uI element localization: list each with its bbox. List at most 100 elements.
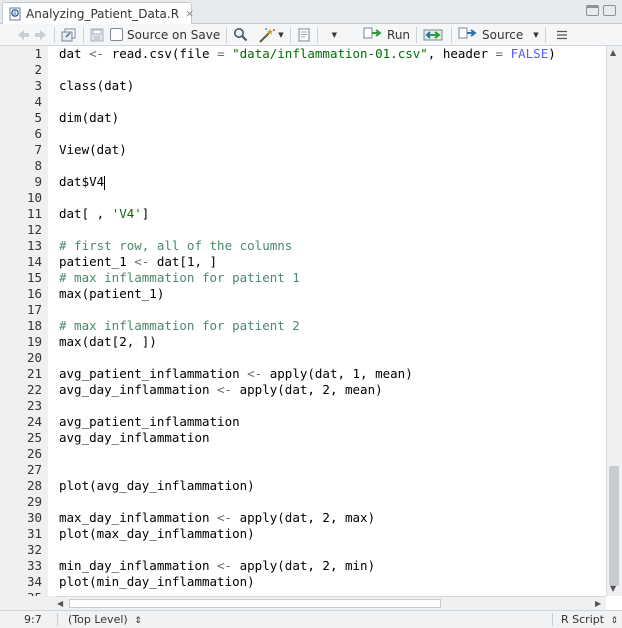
show-in-window-icon[interactable] <box>61 26 77 44</box>
vertical-scrollbar[interactable]: ▲ ▼ <box>606 46 622 596</box>
search-icon[interactable] <box>233 26 248 44</box>
code-line[interactable]: 14 patient_1 <- dat[1, ] <box>0 254 606 270</box>
code-line[interactable]: 33 min_day_inflammation <- apply(dat, 2, … <box>0 558 606 574</box>
code-text[interactable]: dat[ , 'V4'] <box>59 206 149 222</box>
chevron-down-icon[interactable]: ▼ <box>533 31 538 39</box>
code-line[interactable]: 12 <box>0 222 606 238</box>
code-line[interactable]: 27 <box>0 462 606 478</box>
run-button[interactable]: Run <box>363 26 410 44</box>
code-text[interactable]: plot(min_day_inflammation) <box>59 574 255 590</box>
code-line[interactable]: 13 # first row, all of the columns <box>0 238 606 254</box>
code-text[interactable]: max_day_inflammation <- apply(dat, 2, ma… <box>59 510 375 526</box>
status-divider <box>57 613 58 626</box>
maximize-icon[interactable] <box>603 5 616 16</box>
source-button[interactable]: Source ▼ <box>458 26 539 44</box>
code-line[interactable]: 16 max(patient_1) <box>0 286 606 302</box>
line-number: 18 <box>26 318 42 333</box>
horizontal-scrollbar[interactable]: ◀ ▶ <box>55 596 606 610</box>
file-tab-label: Analyzing_Patient_Data.R <box>26 6 180 21</box>
code-editor[interactable]: 1 dat <- read.csv(file = "data/inflammati… <box>0 46 606 596</box>
code-text[interactable]: min_day_inflammation <- apply(dat, 2, mi… <box>59 558 375 574</box>
code-line[interactable]: 6 <box>0 126 606 142</box>
code-text[interactable]: plot(avg_day_inflammation) <box>59 478 255 494</box>
vertical-scroll-thumb[interactable] <box>609 466 619 586</box>
line-number: 11 <box>26 206 42 221</box>
file-tab[interactable]: R Analyzing_Patient_Data.R × <box>2 2 194 24</box>
code-text[interactable]: max(patient_1) <box>59 286 164 302</box>
re-run-icon[interactable] <box>423 26 445 44</box>
code-text[interactable]: dat$V4 <box>59 174 106 190</box>
code-line[interactable]: 29 <box>0 494 606 510</box>
outline-icon[interactable] <box>556 26 568 44</box>
forward-arrow-icon[interactable] <box>34 26 48 44</box>
source-on-save-checkbox[interactable]: Source on Save <box>110 26 220 44</box>
code-text[interactable]: dat <- read.csv(file = "data/inflammatio… <box>59 46 556 62</box>
code-text[interactable]: patient_1 <- dat[1, ] <box>59 254 217 270</box>
code-text[interactable]: # first row, all of the columns <box>59 238 292 254</box>
code-text[interactable]: class(dat) <box>59 78 134 94</box>
chevron-down-icon[interactable]: ▼ <box>278 26 283 44</box>
code-line[interactable]: 19 max(dat[2, ]) <box>0 334 606 350</box>
code-text[interactable]: avg_day_inflammation <box>59 430 210 446</box>
code-text[interactable]: # max inflammation for patient 2 <box>59 318 300 334</box>
code-line[interactable]: 32 <box>0 542 606 558</box>
code-text[interactable]: max(dat[2, ]) <box>59 334 157 350</box>
close-icon[interactable]: × <box>185 7 194 20</box>
save-icon[interactable] <box>90 26 104 44</box>
code-line[interactable]: 5 dim(dat) <box>0 110 606 126</box>
code-line[interactable]: 9 dat$V4 <box>0 174 606 190</box>
scroll-left-icon[interactable]: ◀ <box>57 599 63 608</box>
line-number: 31 <box>26 526 42 541</box>
code-line[interactable]: 8 <box>0 158 606 174</box>
line-number: 23 <box>26 398 42 413</box>
code-line[interactable]: 4 <box>0 94 606 110</box>
code-text[interactable]: View(dat) <box>59 142 127 158</box>
horizontal-scroll-thumb[interactable] <box>69 599 441 608</box>
code-line[interactable]: 30 max_day_inflammation <- apply(dat, 2, … <box>0 510 606 526</box>
code-line[interactable]: 2 <box>0 62 606 78</box>
file-type-label: R Script <box>561 613 605 626</box>
scroll-right-icon[interactable]: ▶ <box>595 599 601 608</box>
code-line[interactable]: 11 dat[ , 'V4'] <box>0 206 606 222</box>
code-line[interactable]: 34 plot(min_day_inflammation) <box>0 574 606 590</box>
code-line[interactable]: 18 # max inflammation for patient 2 <box>0 318 606 334</box>
code-text[interactable]: avg_day_inflammation <- apply(dat, 2, me… <box>59 382 383 398</box>
back-arrow-icon[interactable] <box>16 26 30 44</box>
status-bar: 9:7 (Top Level) ⇕ R Script ⇕ <box>0 610 622 628</box>
code-text[interactable]: plot(max_day_inflammation) <box>59 526 255 542</box>
file-type-selector[interactable]: R Script ⇕ <box>561 613 618 626</box>
line-number: 34 <box>26 574 42 589</box>
code-text[interactable]: dim(dat) <box>59 110 119 126</box>
code-line[interactable]: 21 avg_patient_inflammation <- apply(dat,… <box>0 366 606 382</box>
code-line[interactable]: 31 plot(max_day_inflammation) <box>0 526 606 542</box>
code-text[interactable]: avg_patient_inflammation <- apply(dat, 1… <box>59 366 413 382</box>
code-line[interactable]: 25 avg_day_inflammation <box>0 430 606 446</box>
compile-report-icon[interactable] <box>297 26 311 44</box>
line-number: 8 <box>34 158 42 173</box>
code-line[interactable]: 24 avg_patient_inflammation <box>0 414 606 430</box>
code-text[interactable]: avg_patient_inflammation <box>59 414 240 430</box>
line-number: 26 <box>26 446 42 461</box>
code-text[interactable]: # max inflammation for patient 1 <box>59 270 300 286</box>
magic-wand-icon[interactable] <box>258 26 276 44</box>
code-line[interactable]: 3 class(dat) <box>0 78 606 94</box>
cursor-position: 9:7 <box>24 613 42 626</box>
scroll-down-icon[interactable]: ▼ <box>610 584 616 593</box>
line-number: 14 <box>26 254 42 269</box>
code-line[interactable]: 15 # max inflammation for patient 1 <box>0 270 606 286</box>
chevron-down-icon[interactable]: ▼ <box>332 26 337 44</box>
code-line[interactable]: 17 <box>0 302 606 318</box>
code-line[interactable]: 1 dat <- read.csv(file = "data/inflammati… <box>0 46 606 62</box>
code-line[interactable]: 20 <box>0 350 606 366</box>
scope-selector[interactable]: (Top Level) ⇕ <box>68 613 142 626</box>
code-line[interactable]: 28 plot(avg_day_inflammation) <box>0 478 606 494</box>
line-number: 1 <box>34 46 42 61</box>
code-line[interactable]: 26 <box>0 446 606 462</box>
code-line[interactable]: 10 <box>0 190 606 206</box>
minimize-icon[interactable] <box>586 5 599 16</box>
line-number: 29 <box>26 494 42 509</box>
code-line[interactable]: 22 avg_day_inflammation <- apply(dat, 2, … <box>0 382 606 398</box>
scroll-up-icon[interactable]: ▲ <box>610 48 616 57</box>
code-line[interactable]: 7 View(dat) <box>0 142 606 158</box>
code-line[interactable]: 23 <box>0 398 606 414</box>
